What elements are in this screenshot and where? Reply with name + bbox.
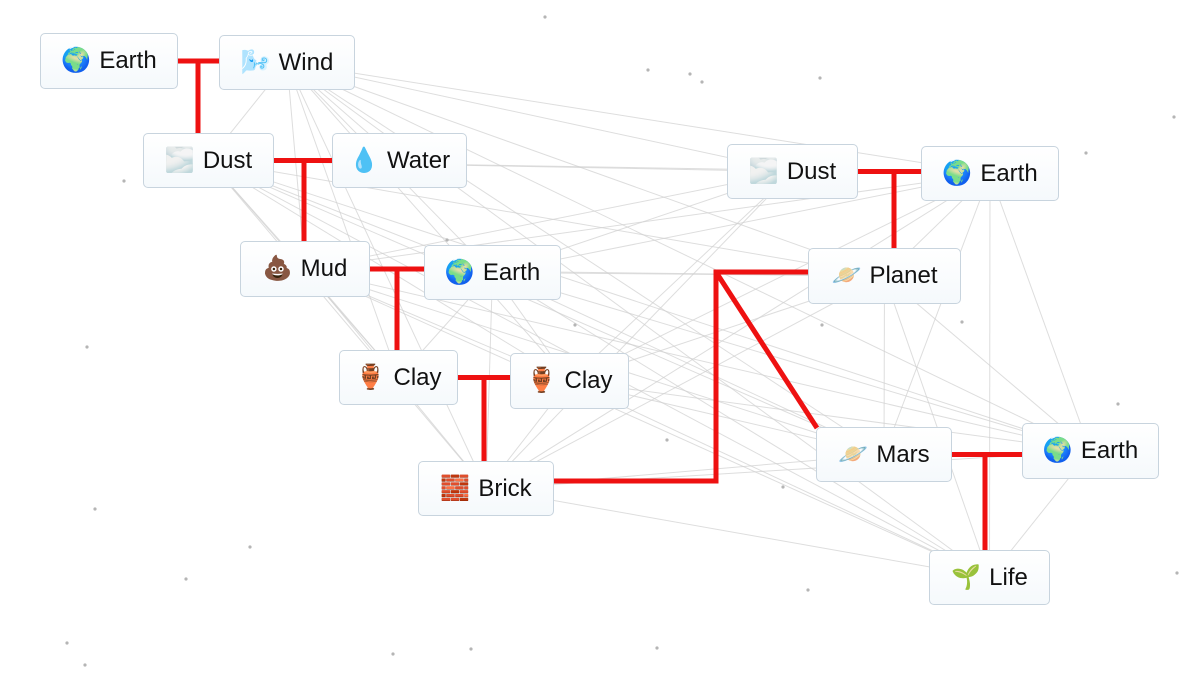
element-mud[interactable]: 💩 Mud — [240, 241, 370, 297]
background-dot — [820, 323, 824, 327]
element-label: Earth — [482, 258, 541, 286]
seedling-icon: 🌱 — [951, 563, 982, 591]
mesh-line — [208, 160, 487, 489]
background-dot — [391, 652, 395, 656]
mesh-line — [286, 62, 570, 382]
mesh-line — [286, 62, 306, 270]
background-dot — [781, 485, 785, 489]
element-mars[interactable]: 🪐 Mars — [816, 427, 952, 482]
wind-icon: 🌬️ — [240, 48, 271, 76]
element-life[interactable]: 🌱 Life — [929, 550, 1050, 605]
mesh-line — [304, 268, 885, 277]
element-label: Mud — [300, 255, 348, 282]
mesh-line — [989, 173, 1091, 452]
background-dot — [184, 577, 188, 581]
wavy-dust-icon: 🌫️ — [748, 157, 779, 185]
background-dot — [1175, 571, 1179, 575]
element-dust[interactable]: 🌫️ Dust — [143, 133, 274, 188]
water-drop-icon: 💧 — [348, 146, 379, 174]
element-label: Earth — [980, 159, 1038, 187]
background-dot — [806, 588, 810, 592]
mesh-line — [492, 272, 990, 578]
background-dot — [665, 438, 669, 442]
element-label: Clay — [393, 363, 442, 391]
mesh-line — [485, 272, 493, 489]
planet-icon: 🪐 — [831, 262, 862, 289]
background-dot — [469, 647, 473, 651]
mesh-line — [485, 171, 793, 489]
background-dot — [543, 15, 547, 19]
element-clay[interactable]: 🏺 Clay — [510, 353, 629, 409]
clay-jar-icon: 🏺 — [526, 367, 557, 394]
background-dot — [1116, 402, 1120, 406]
planet-icon: 🪐 — [838, 440, 869, 468]
element-dust[interactable]: 🌫️ Dust — [727, 144, 858, 199]
earth-globe-icon: 🌍 — [942, 159, 973, 187]
mesh-line — [485, 488, 990, 578]
mesh-line — [208, 160, 1091, 452]
element-planet[interactable]: 🪐 Planet — [808, 248, 961, 304]
element-label: Clay — [564, 367, 613, 394]
background-dot — [646, 68, 650, 72]
mesh-line — [208, 160, 991, 174]
element-label: Dust — [786, 157, 837, 185]
element-brick[interactable]: 🧱 Brick — [418, 461, 554, 516]
element-label: Water — [386, 146, 451, 174]
background-dot — [960, 320, 964, 324]
background-dot — [445, 238, 449, 242]
element-label: Earth — [99, 47, 157, 74]
element-label: Earth — [1080, 437, 1139, 464]
mesh-line — [485, 450, 1091, 489]
background-dot — [700, 80, 704, 84]
earth-globe-icon: 🌍 — [1042, 437, 1073, 464]
element-earth[interactable]: 🌍 Earth — [40, 33, 178, 89]
element-earth[interactable]: 🌍 Earth — [1022, 423, 1159, 479]
background-dot — [122, 179, 126, 183]
background-dot — [83, 663, 87, 667]
earth-globe-icon: 🌍 — [61, 47, 92, 74]
element-label: Dust — [202, 146, 253, 174]
background-dot — [93, 507, 97, 511]
background-dot — [1084, 151, 1088, 155]
background-dot — [248, 545, 252, 549]
element-label: Wind — [278, 48, 334, 76]
element-label: Brick — [478, 474, 532, 502]
element-label: Planet — [869, 262, 938, 289]
element-earth[interactable]: 🌍 Earth — [424, 245, 561, 300]
recipe-canvas: 🌍 Earth 🌬️ Wind 🌫️ Dust 💧 Water 💩 Mud 🌍 … — [0, 0, 1200, 675]
mesh-line — [208, 160, 885, 455]
background-dot — [688, 72, 692, 76]
mesh-line — [286, 62, 399, 378]
brick-icon: 🧱 — [440, 474, 471, 502]
background-dot — [85, 345, 89, 349]
background-dot — [1172, 115, 1176, 119]
element-wind[interactable]: 🌬️ Wind — [219, 35, 355, 90]
mesh-line — [989, 173, 991, 578]
background-dot — [818, 76, 822, 80]
element-clay[interactable]: 🏺 Clay — [339, 350, 458, 405]
background-dot — [655, 646, 659, 650]
element-label: Mars — [876, 440, 930, 468]
element-earth[interactable]: 🌍 Earth — [921, 146, 1059, 201]
recipe-link-to-mars — [713, 270, 820, 430]
element-label: Life — [989, 563, 1028, 591]
mesh-line — [208, 160, 793, 172]
mesh-line — [569, 171, 793, 382]
earth-globe-icon: 🌍 — [444, 258, 475, 286]
background-dot — [65, 641, 69, 645]
mud-icon: 💩 — [262, 255, 293, 282]
wavy-dust-icon: 🌫️ — [164, 146, 195, 174]
background-dot — [573, 323, 577, 327]
clay-jar-icon: 🏺 — [355, 363, 386, 391]
element-water[interactable]: 💧 Water — [332, 133, 467, 188]
mesh-line — [883, 173, 991, 455]
mesh-line — [304, 268, 990, 578]
